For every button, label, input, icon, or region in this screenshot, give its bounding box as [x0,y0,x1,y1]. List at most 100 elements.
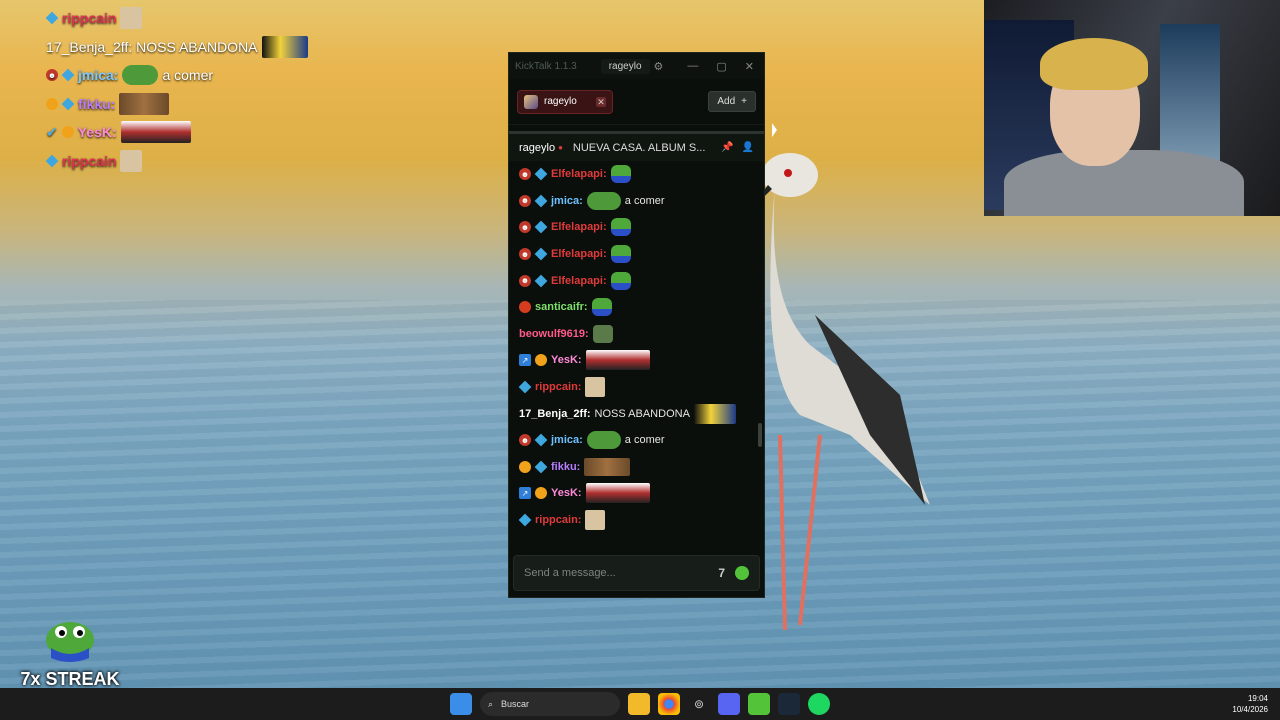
chat-message[interactable]: santicaifr: [519,294,754,321]
close-tab-icon[interactable]: ✕ [596,96,606,107]
chat-message[interactable]: rippcain: [518,507,754,534]
chat-username[interactable]: rippcain: [535,514,581,526]
streak-label: 7x STREAK [20,669,120,689]
maximize-icon[interactable]: ▢ [716,60,726,73]
app-title: KickTalk 1.1.3 [515,60,577,72]
chat-message[interactable]: ☻ Elfelapapi: [519,214,754,241]
mod-badge-icon: ☻ [519,168,531,181]
mod-badge-icon: ☻ [519,274,531,287]
overlay-username: jmica: [78,67,119,84]
kick-icon[interactable] [748,693,770,715]
7tv-emote-icon[interactable]: 7 [718,566,725,580]
overlay-chat-line: rippcain [45,147,308,176]
user-icon[interactable]: 👤 [742,142,754,153]
app-icon[interactable]: ⊚ [688,693,710,715]
windows-start-icon[interactable] [450,693,472,715]
overlay-chat-line: ☻ jmica: a comer [46,61,308,90]
minimize-icon[interactable]: — [687,60,698,73]
sub-badge-icon [534,221,548,234]
pepe-blue-emote-icon [610,271,631,290]
vip-badge-icon: ↗ [519,354,531,367]
sub-badge-icon [534,167,548,181]
lips-emote-icon [585,350,650,371]
chat-username[interactable]: YesK: [551,487,582,499]
chat-message[interactable]: rippcain: [518,374,754,401]
chat-text: NOSS ABANDONA [594,407,690,420]
chat-message[interactable]: ☻ jmica: a comer [519,188,754,215]
pepe-emote-icon [122,65,159,86]
message-input[interactable]: Send a message... 7 [513,555,760,591]
minion-emote-icon [693,403,736,424]
faces-emote-icon [119,92,170,115]
webcam-person-shirt [1004,150,1244,216]
mouse-cursor [772,123,777,139]
sub-badge-icon [534,433,548,447]
search-label: Buscar [501,699,530,709]
steam-icon[interactable] [778,693,800,715]
mod-badge-icon: ☻ [519,194,531,207]
faces-emote-icon [584,457,631,476]
spotify-icon[interactable] [808,693,830,715]
sub-badge-icon [534,194,548,208]
lips-emote-icon [120,121,191,144]
sub-badge-icon [534,460,548,474]
chat-username[interactable]: 17_Benja_2ff: [519,408,591,420]
chat-username[interactable]: santicaifr: [535,301,588,313]
chat-message[interactable]: ↗ YesK: [519,347,754,374]
tab-rageylo[interactable]: rageylo ✕ [517,89,613,114]
webcam-window [1160,24,1220,164]
system-clock[interactable]: 19:04 10/4/2026 [1232,693,1268,715]
add-button[interactable]: Add + [708,91,756,112]
chat-username[interactable]: fikku: [551,461,580,473]
overlay-username: 17_Benja_2ff: [46,38,133,55]
pepe-blue-emote-icon [591,298,612,317]
pin-icon[interactable]: 📌 [721,142,733,153]
chat-message[interactable]: ☻ Elfelapapi: [519,241,754,268]
chat-message[interactable]: fikku: [519,454,754,481]
overlay-username: rippcain [62,152,117,169]
overlay-message-text: NOSS ABANDONA [136,38,258,55]
chat-username[interactable]: jmica: [551,434,583,446]
chrome-icon[interactable] [658,693,680,715]
taskbar: ⌕ Buscar ⊚ 19:04 10/4/2026 [0,688,1280,720]
chat-username[interactable]: Elfelapapi: [551,248,607,260]
mod-badge-icon: ☻ [519,221,531,234]
lips-emote-icon [585,483,650,504]
sub-badge-icon [518,513,532,527]
cat-emote-icon [585,510,606,531]
red-badge-icon [519,301,531,314]
scrollbar[interactable] [758,423,762,447]
chat-message[interactable]: ☻ Elfelapapi: [519,161,754,188]
channel-avatar [524,94,538,109]
chat-username[interactable]: beowulf9619: [519,328,589,340]
chat-messages[interactable]: ☻ Elfelapapi: ☻ jmica: a comer ☻ Elfelapapi: ☻ E… [509,161,764,541]
kicktalk-window[interactable]: KickTalk 1.1.3 rageylo ⚙ — ▢ ✕ rageylo ✕… [508,52,765,598]
chat-message[interactable]: 17_Benja_2ff: NOSS ABANDONA [519,400,754,427]
chat-message[interactable]: ↗ YesK: [519,480,754,507]
sub-badge-icon [534,247,548,261]
tab-label: rageylo [544,96,577,107]
user-button[interactable]: rageylo [600,58,650,74]
chat-username[interactable]: rippcain: [535,381,581,393]
kick-emote-icon[interactable] [735,566,749,580]
chat-username[interactable]: YesK: [551,354,582,366]
chat-message[interactable]: ☻ Elfelapapi: [519,267,754,294]
pepe-pray-emote-icon [592,324,613,343]
overlay-chat-line: fikku: [46,90,308,119]
chat-username[interactable]: jmica: [551,195,583,207]
title-bar[interactable]: KickTalk 1.1.3 rageylo ⚙ — ▢ ✕ [509,53,764,79]
gear-icon[interactable]: ⚙ [654,60,664,73]
overlay-chat: rippcain 17_Benja_2ff: NOSS ABANDONA ☻ j… [45,4,308,176]
chat-message[interactable]: ☻ jmica: a comer [519,427,754,454]
chat-message[interactable]: beowulf9619: [519,321,754,348]
taskbar-search[interactable]: ⌕ Buscar [480,692,620,716]
close-icon[interactable]: ✕ [745,60,754,73]
file-explorer-icon[interactable] [628,693,650,715]
pepe-blue-emote-icon [610,218,631,237]
pepe-emote-icon [586,191,621,210]
discord-icon[interactable] [718,693,740,715]
chat-username[interactable]: Elfelapapi: [551,168,607,180]
stream-info-bar: rageylo ● NUEVA CASA. ALBUM S... 📌 👤 [509,131,764,161]
chat-username[interactable]: Elfelapapi: [551,275,607,287]
chat-username[interactable]: Elfelapapi: [551,221,607,233]
